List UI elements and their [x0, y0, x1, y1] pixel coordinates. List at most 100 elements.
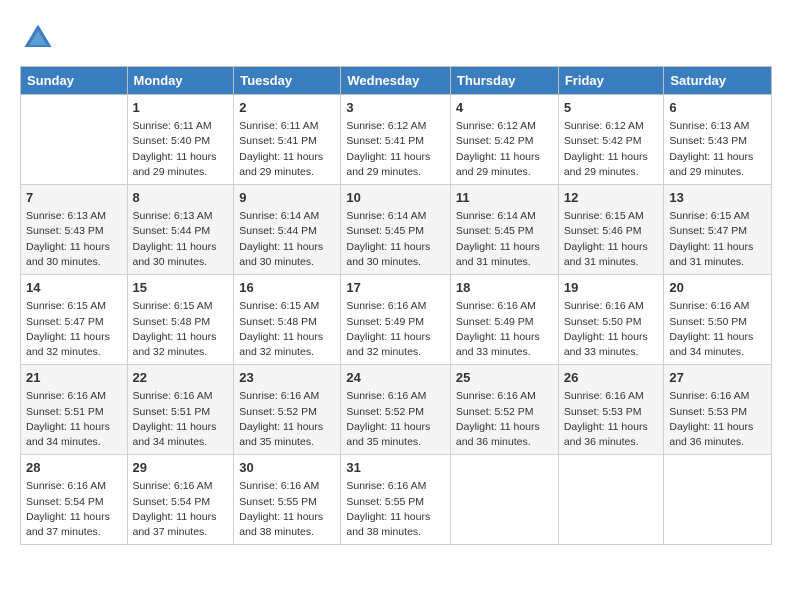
day-cell — [664, 455, 772, 545]
day-cell: 19 Sunrise: 6:16 AM Sunset: 5:50 PM Dayli… — [558, 275, 664, 365]
day-info: Sunrise: 6:14 AM Sunset: 5:45 PM Dayligh… — [456, 209, 553, 270]
day-header: Saturday — [664, 67, 772, 95]
day-number: 3 — [346, 99, 445, 117]
day-info: Sunrise: 6:12 AM Sunset: 5:42 PM Dayligh… — [564, 119, 659, 180]
header-row: SundayMondayTuesdayWednesdayThursdayFrid… — [21, 67, 772, 95]
day-cell: 16 Sunrise: 6:15 AM Sunset: 5:48 PM Dayli… — [234, 275, 341, 365]
calendar-body: 1 Sunrise: 6:11 AM Sunset: 5:40 PM Daylig… — [21, 95, 772, 545]
day-number: 12 — [564, 189, 659, 207]
day-number: 5 — [564, 99, 659, 117]
day-number: 23 — [239, 369, 335, 387]
day-cell: 7 Sunrise: 6:13 AM Sunset: 5:43 PM Daylig… — [21, 185, 128, 275]
day-info: Sunrise: 6:15 AM Sunset: 5:47 PM Dayligh… — [669, 209, 766, 270]
day-info: Sunrise: 6:16 AM Sunset: 5:52 PM Dayligh… — [346, 389, 445, 450]
logo-icon — [20, 20, 56, 56]
day-info: Sunrise: 6:16 AM Sunset: 5:50 PM Dayligh… — [669, 299, 766, 360]
day-cell: 18 Sunrise: 6:16 AM Sunset: 5:49 PM Dayli… — [450, 275, 558, 365]
day-cell: 6 Sunrise: 6:13 AM Sunset: 5:43 PM Daylig… — [664, 95, 772, 185]
day-cell: 27Sunrise: 6:16 AM Sunset: 5:53 PM Dayli… — [664, 365, 772, 455]
day-info: Sunrise: 6:13 AM Sunset: 5:43 PM Dayligh… — [26, 209, 122, 270]
week-row: 7 Sunrise: 6:13 AM Sunset: 5:43 PM Daylig… — [21, 185, 772, 275]
day-number: 28 — [26, 459, 122, 477]
day-info: Sunrise: 6:16 AM Sunset: 5:51 PM Dayligh… — [26, 389, 122, 450]
day-cell: 11 Sunrise: 6:14 AM Sunset: 5:45 PM Dayli… — [450, 185, 558, 275]
calendar-header: SundayMondayTuesdayWednesdayThursdayFrid… — [21, 67, 772, 95]
day-cell: 26 Sunrise: 6:16 AM Sunset: 5:53 PM Dayli… — [558, 365, 664, 455]
day-number: 11 — [456, 189, 553, 207]
day-info: Sunrise: 6:11 AM Sunset: 5:40 PM Dayligh… — [133, 119, 229, 180]
day-header: Thursday — [450, 67, 558, 95]
day-header: Monday — [127, 67, 234, 95]
day-info: Sunrise: 6:13 AM Sunset: 5:43 PM Dayligh… — [669, 119, 766, 180]
day-info: Sunrise: 6:15 AM Sunset: 5:48 PM Dayligh… — [133, 299, 229, 360]
day-info: Sunrise: 6:16 AM Sunset: 5:54 PM Dayligh… — [133, 479, 229, 540]
day-header: Sunday — [21, 67, 128, 95]
day-info: Sunrise: 6:16 AM Sunset: 5:49 PM Dayligh… — [346, 299, 445, 360]
day-info: Sunrise: 6:16 AM Sunset: 5:53 PM Dayligh… — [669, 389, 766, 450]
day-number: 24 — [346, 369, 445, 387]
day-number: 4 — [456, 99, 553, 117]
day-number: 2 — [239, 99, 335, 117]
day-info: Sunrise: 6:16 AM Sunset: 5:55 PM Dayligh… — [346, 479, 445, 540]
day-cell: 24 Sunrise: 6:16 AM Sunset: 5:52 PM Dayli… — [341, 365, 451, 455]
day-number: 30 — [239, 459, 335, 477]
day-number: 20 — [669, 279, 766, 297]
day-number: 6 — [669, 99, 766, 117]
day-cell — [21, 95, 128, 185]
day-info: Sunrise: 6:16 AM Sunset: 5:55 PM Dayligh… — [239, 479, 335, 540]
day-info: Sunrise: 6:11 AM Sunset: 5:41 PM Dayligh… — [239, 119, 335, 180]
day-cell: 13 Sunrise: 6:15 AM Sunset: 5:47 PM Dayli… — [664, 185, 772, 275]
day-cell: 10 Sunrise: 6:14 AM Sunset: 5:45 PM Dayli… — [341, 185, 451, 275]
day-number: 31 — [346, 459, 445, 477]
day-cell: 20 Sunrise: 6:16 AM Sunset: 5:50 PM Dayli… — [664, 275, 772, 365]
logo — [20, 20, 62, 56]
day-info: Sunrise: 6:16 AM Sunset: 5:49 PM Dayligh… — [456, 299, 553, 360]
day-cell: 25Sunrise: 6:16 AM Sunset: 5:52 PM Dayli… — [450, 365, 558, 455]
day-number: 21 — [26, 369, 122, 387]
day-cell: 29 Sunrise: 6:16 AM Sunset: 5:54 PM Dayli… — [127, 455, 234, 545]
day-number: 14 — [26, 279, 122, 297]
day-info: Sunrise: 6:12 AM Sunset: 5:42 PM Dayligh… — [456, 119, 553, 180]
day-number: 7 — [26, 189, 122, 207]
day-info: Sunrise: 6:16 AM Sunset: 5:53 PM Dayligh… — [564, 389, 659, 450]
day-info: Sunrise: 6:15 AM Sunset: 5:46 PM Dayligh… — [564, 209, 659, 270]
day-number: 9 — [239, 189, 335, 207]
week-row: 1 Sunrise: 6:11 AM Sunset: 5:40 PM Daylig… — [21, 95, 772, 185]
day-cell — [558, 455, 664, 545]
day-number: 17 — [346, 279, 445, 297]
week-row: 14 Sunrise: 6:15 AM Sunset: 5:47 PM Dayli… — [21, 275, 772, 365]
day-cell: 8Sunrise: 6:13 AM Sunset: 5:44 PM Daylig… — [127, 185, 234, 275]
day-info: Sunrise: 6:15 AM Sunset: 5:47 PM Dayligh… — [26, 299, 122, 360]
day-number: 19 — [564, 279, 659, 297]
day-header: Wednesday — [341, 67, 451, 95]
day-number: 8 — [133, 189, 229, 207]
week-row: 28 Sunrise: 6:16 AM Sunset: 5:54 PM Dayli… — [21, 455, 772, 545]
day-cell: 9Sunrise: 6:14 AM Sunset: 5:44 PM Daylig… — [234, 185, 341, 275]
day-number: 13 — [669, 189, 766, 207]
day-number: 1 — [133, 99, 229, 117]
day-info: Sunrise: 6:14 AM Sunset: 5:45 PM Dayligh… — [346, 209, 445, 270]
day-cell: 23Sunrise: 6:16 AM Sunset: 5:52 PM Dayli… — [234, 365, 341, 455]
day-info: Sunrise: 6:15 AM Sunset: 5:48 PM Dayligh… — [239, 299, 335, 360]
day-info: Sunrise: 6:16 AM Sunset: 5:50 PM Dayligh… — [564, 299, 659, 360]
day-header: Tuesday — [234, 67, 341, 95]
week-row: 21 Sunrise: 6:16 AM Sunset: 5:51 PM Dayli… — [21, 365, 772, 455]
day-cell — [450, 455, 558, 545]
day-number: 10 — [346, 189, 445, 207]
day-info: Sunrise: 6:16 AM Sunset: 5:54 PM Dayligh… — [26, 479, 122, 540]
day-cell: 28 Sunrise: 6:16 AM Sunset: 5:54 PM Dayli… — [21, 455, 128, 545]
calendar-table: SundayMondayTuesdayWednesdayThursdayFrid… — [20, 66, 772, 545]
day-cell: 4 Sunrise: 6:12 AM Sunset: 5:42 PM Daylig… — [450, 95, 558, 185]
day-number: 16 — [239, 279, 335, 297]
day-info: Sunrise: 6:12 AM Sunset: 5:41 PM Dayligh… — [346, 119, 445, 180]
day-cell: 15Sunrise: 6:15 AM Sunset: 5:48 PM Dayli… — [127, 275, 234, 365]
day-cell: 14 Sunrise: 6:15 AM Sunset: 5:47 PM Dayli… — [21, 275, 128, 365]
day-number: 29 — [133, 459, 229, 477]
day-cell: 12 Sunrise: 6:15 AM Sunset: 5:46 PM Dayli… — [558, 185, 664, 275]
day-number: 18 — [456, 279, 553, 297]
day-cell: 31 Sunrise: 6:16 AM Sunset: 5:55 PM Dayli… — [341, 455, 451, 545]
day-number: 26 — [564, 369, 659, 387]
day-cell: 3 Sunrise: 6:12 AM Sunset: 5:41 PM Daylig… — [341, 95, 451, 185]
day-info: Sunrise: 6:16 AM Sunset: 5:51 PM Dayligh… — [133, 389, 229, 450]
day-cell: 5 Sunrise: 6:12 AM Sunset: 5:42 PM Daylig… — [558, 95, 664, 185]
